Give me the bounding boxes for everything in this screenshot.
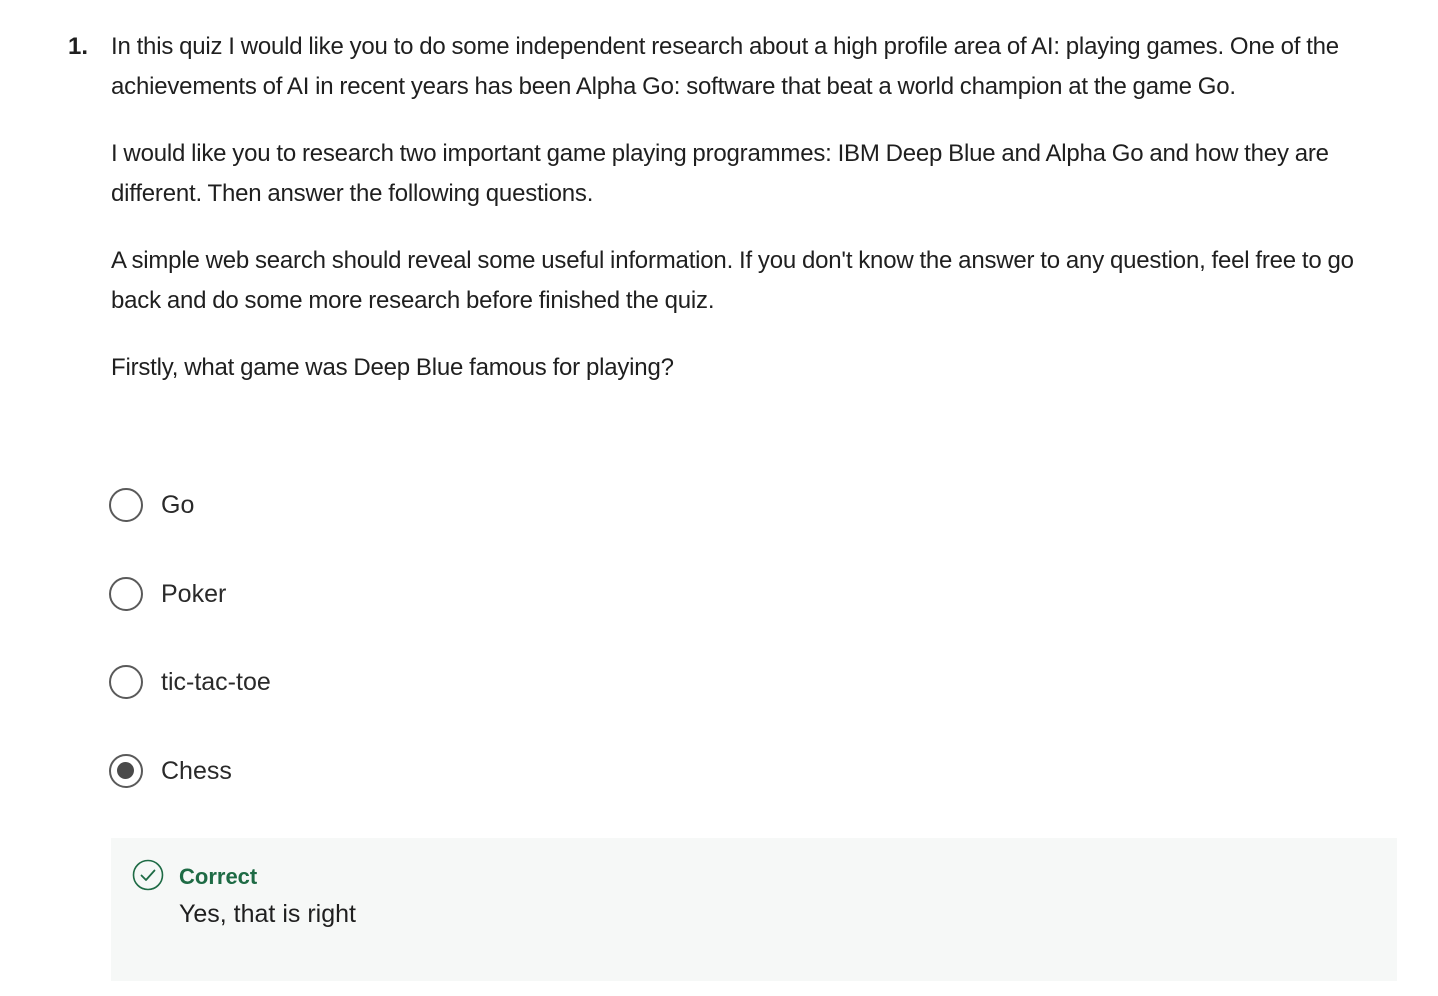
option-label[interactable]: Poker (161, 576, 226, 612)
question-paragraph-3: A simple web search should reveal some u… (111, 247, 1354, 314)
option-tic-tac-toe[interactable]: tic-tac-toe (109, 653, 709, 713)
question-prompt: Firstly, what game was Deep Blue famous … (111, 354, 674, 381)
feedback-message: Yes, that is right (179, 900, 356, 928)
option-go[interactable]: Go (109, 476, 709, 536)
feedback-status: Correct (179, 864, 258, 889)
radio-button[interactable] (109, 488, 143, 522)
option-label[interactable]: tic-tac-toe (161, 664, 271, 700)
question-paragraph-2: I would like you to research two importa… (111, 140, 1329, 207)
feedback-panel: Correct Yes, that is right (111, 838, 1397, 981)
option-poker[interactable]: Poker (109, 565, 709, 625)
radio-button[interactable] (109, 665, 143, 699)
answer-options: Go Poker tic-tac-toe Chess (109, 476, 709, 830)
radio-button[interactable] (109, 576, 143, 611)
option-label[interactable]: Chess (161, 753, 232, 789)
option-chess[interactable]: Chess (109, 742, 709, 802)
quiz-question: 1. In this quiz I would like you to do s… (0, 0, 1438, 996)
question-body: In this quiz I would like you to do some… (111, 27, 1401, 388)
radio-button-selected[interactable] (109, 753, 143, 788)
option-label[interactable]: Go (161, 487, 194, 523)
question-number: 1. (68, 33, 89, 60)
check-circle-icon (132, 859, 164, 891)
question-paragraph-1: In this quiz I would like you to do some… (111, 33, 1339, 100)
